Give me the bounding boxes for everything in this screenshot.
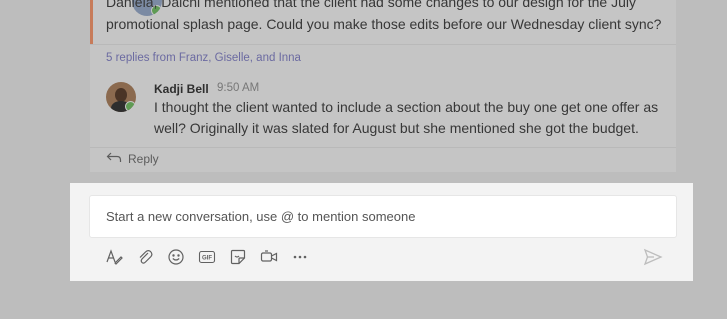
more-options-icon[interactable] bbox=[289, 246, 311, 268]
compose-toolbar: GIF bbox=[103, 245, 311, 269]
avatar[interactable] bbox=[106, 82, 136, 112]
conversation-thread: Daniela, Daichi mentioned that the clien… bbox=[90, 0, 676, 172]
gif-icon[interactable]: GIF bbox=[196, 246, 218, 268]
emoji-icon[interactable] bbox=[165, 246, 187, 268]
reply-message: Kadji Bell 9:50 AM I thought the client … bbox=[90, 72, 676, 147]
reply-timestamp: 9:50 AM bbox=[217, 82, 260, 94]
divider bbox=[90, 44, 676, 45]
message-line: promotional splash page. Could you make … bbox=[106, 16, 662, 32]
replies-summary-link[interactable]: 5 replies from Franz, Giselle, and Inna bbox=[106, 52, 301, 64]
meet-now-icon[interactable] bbox=[258, 246, 280, 268]
avatar-face bbox=[115, 88, 127, 102]
sticker-icon[interactable] bbox=[227, 246, 249, 268]
svg-text:GIF: GIF bbox=[202, 255, 212, 261]
reply-button[interactable]: Reply bbox=[106, 151, 159, 166]
reply-arrow-icon bbox=[106, 151, 122, 166]
format-icon[interactable] bbox=[103, 246, 125, 268]
divider bbox=[90, 147, 676, 148]
message-accent-bar bbox=[90, 0, 93, 44]
new-conversation-input[interactable]: Start a new conversation, use @ to menti… bbox=[89, 195, 677, 238]
send-icon[interactable] bbox=[643, 247, 663, 267]
reply-author[interactable]: Kadji Bell bbox=[154, 82, 209, 96]
reply-body: I thought the client wanted to include a… bbox=[154, 99, 659, 136]
presence-available-icon bbox=[125, 101, 136, 112]
compose-box: Start a new conversation, use @ to menti… bbox=[70, 183, 693, 281]
attach-icon[interactable] bbox=[134, 246, 156, 268]
reply-button-label: Reply bbox=[128, 152, 159, 166]
message-line: Daniela, Daichi mentioned that the clien… bbox=[106, 0, 636, 10]
